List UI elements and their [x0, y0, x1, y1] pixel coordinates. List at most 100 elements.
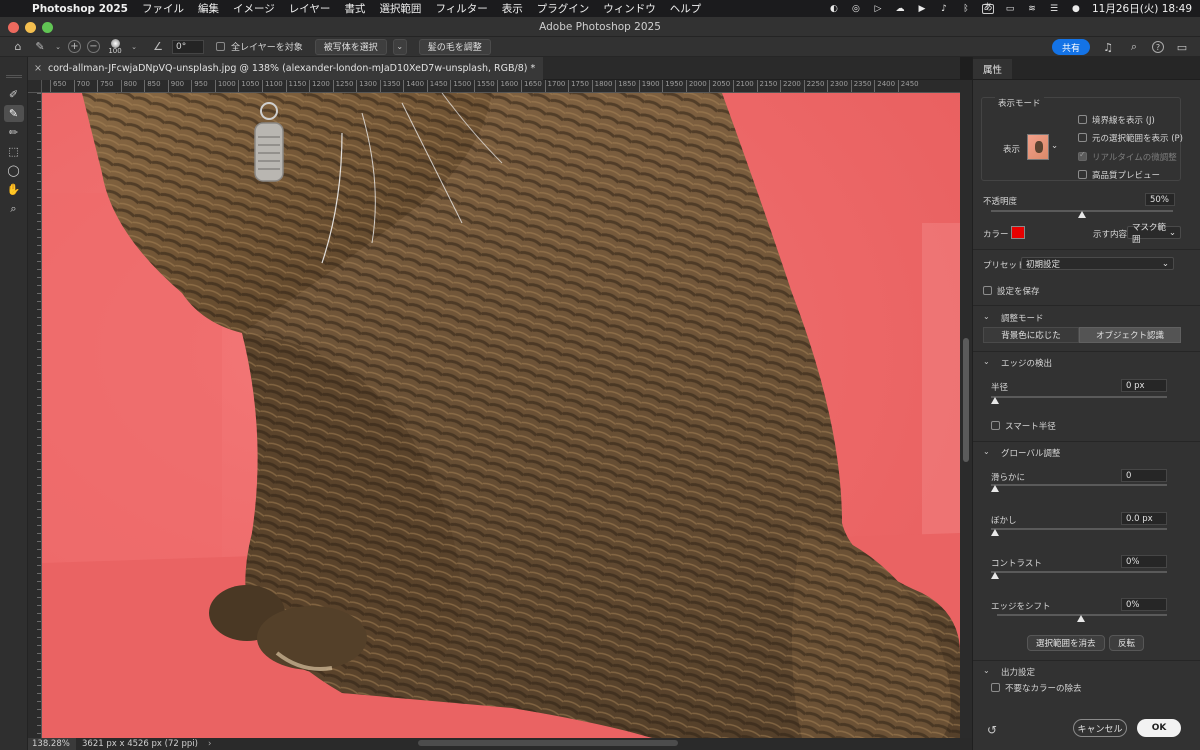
menu-file[interactable]: ファイル	[142, 1, 184, 16]
close-window-button[interactable]	[8, 22, 19, 33]
high-quality-preview-checkbox[interactable]	[1078, 170, 1087, 179]
notifications-bell-icon[interactable]: ♫	[1100, 40, 1116, 54]
refine-mode-collapse-icon[interactable]: ⌄	[983, 312, 990, 321]
brush-tool-icon[interactable]: ✏	[4, 124, 24, 141]
control-center-icon[interactable]: ☰	[1048, 4, 1060, 14]
menu-image[interactable]: イメージ	[233, 1, 275, 16]
add-to-selection-icon[interactable]: +	[68, 40, 81, 53]
refine-hair-button[interactable]: 髪の毛を調整	[418, 38, 491, 55]
object-aware-button[interactable]: オブジェクト認識	[1079, 327, 1181, 343]
indicates-dropdown[interactable]: マスク範囲 ⌄	[1127, 223, 1181, 245]
cloud-icon[interactable]: ☁	[894, 4, 906, 14]
vertical-scrollbar[interactable]	[960, 80, 972, 738]
vpn-icon[interactable]: ▷	[872, 4, 884, 14]
radius-input[interactable]: 0 px	[1121, 379, 1167, 392]
contrast-slider-thumb[interactable]	[991, 572, 999, 579]
shift-edge-input[interactable]: 0%	[1121, 598, 1167, 611]
shift-edge-slider-thumb[interactable]	[1077, 615, 1085, 622]
zoom-tool-icon[interactable]: ⌕	[4, 200, 24, 217]
feather-slider-thumb[interactable]	[991, 529, 999, 536]
object-selection-tool-icon[interactable]: ⬚	[4, 143, 24, 160]
hand-tool-icon[interactable]: ✋	[4, 181, 24, 198]
global-adjust-collapse-icon[interactable]: ⌄	[983, 447, 990, 456]
input-method-indicator[interactable]: あ	[981, 3, 994, 14]
view-mode-thumbnail[interactable]	[1027, 134, 1049, 160]
bluetooth-icon[interactable]: ᛒ	[960, 4, 972, 14]
opacity-slider-thumb[interactable]	[1078, 211, 1086, 218]
toolbar-grip[interactable]	[5, 75, 22, 78]
play-icon[interactable]: ▶	[916, 4, 928, 14]
app-menu[interactable]: Photoshop 2025	[32, 3, 128, 15]
status-menu-icon[interactable]: ›	[208, 739, 211, 749]
vertical-scroll-thumb[interactable]	[963, 338, 969, 462]
horizontal-ruler[interactable]: 650 700 750 800 850 900 950 1000 1050 1100 1150 120…	[42, 80, 960, 93]
subtract-from-selection-icon[interactable]: −	[87, 40, 100, 53]
share-button[interactable]: 共有	[1051, 39, 1090, 55]
sample-all-layers-checkbox[interactable]	[216, 42, 225, 51]
sync-icon[interactable]: ◎	[850, 4, 862, 14]
smart-radius-checkbox[interactable]	[991, 421, 1000, 430]
angle-input[interactable]: 0°	[172, 39, 204, 54]
view-mode-dropdown-icon[interactable]: ⌄	[1051, 141, 1058, 151]
lasso-tool-icon[interactable]: ◯	[4, 162, 24, 179]
select-subject-dropdown[interactable]: ⌄	[392, 38, 407, 55]
clear-selection-button[interactable]: 選択範囲を消去	[1027, 635, 1105, 651]
smooth-input[interactable]: 0	[1121, 469, 1167, 482]
decontaminate-colors-checkbox[interactable]	[991, 683, 1000, 692]
color-aware-button[interactable]: 背景色に応じた	[983, 327, 1079, 343]
quick-selection-tool-icon[interactable]: ✐	[4, 86, 24, 103]
select-subject-button[interactable]: 被写体を選択	[314, 38, 387, 55]
menu-window[interactable]: ウィンドウ	[603, 1, 656, 16]
feather-input[interactable]: 0.0 px	[1121, 512, 1167, 525]
minimize-window-button[interactable]	[25, 22, 36, 33]
show-original-checkbox[interactable]	[1078, 133, 1087, 142]
search-icon[interactable]: ⌕	[1126, 40, 1142, 54]
preset-dropdown-icon[interactable]: ⌄	[54, 40, 62, 54]
brush-size-picker[interactable]: 100	[106, 38, 124, 55]
mask-color-swatch[interactable]	[1011, 226, 1025, 239]
edge-detection-collapse-icon[interactable]: ⌄	[983, 357, 990, 366]
wifi-icon[interactable]: ≋	[1026, 4, 1038, 14]
battery-icon[interactable]: ▭	[1004, 4, 1016, 14]
save-settings-checkbox[interactable]	[983, 286, 992, 295]
siri-icon[interactable]: ●	[1070, 4, 1082, 14]
reset-icon[interactable]: ↺	[987, 723, 997, 737]
menu-filter[interactable]: フィルター	[435, 1, 487, 16]
menu-type[interactable]: 書式	[344, 1, 365, 16]
output-collapse-icon[interactable]: ⌄	[983, 666, 990, 675]
opacity-input[interactable]: 50%	[1145, 193, 1175, 206]
contrast-slider-track[interactable]	[991, 571, 1167, 573]
close-tab-icon[interactable]: ×	[34, 63, 42, 74]
brush-dropdown-icon[interactable]: ⌄	[130, 40, 138, 54]
feather-slider-track[interactable]	[991, 528, 1167, 530]
tool-preset-brush-icon[interactable]: ✎	[32, 40, 48, 54]
volume-icon[interactable]: ♪	[938, 4, 950, 14]
radius-slider-thumb[interactable]	[991, 397, 999, 404]
creative-cloud-icon[interactable]: ◐	[828, 4, 840, 14]
menu-view[interactable]: 表示	[502, 1, 523, 16]
contrast-input[interactable]: 0%	[1121, 555, 1167, 568]
vertical-ruler[interactable]	[28, 93, 42, 738]
menu-edit[interactable]: 編集	[198, 1, 219, 16]
menu-plugins[interactable]: プラグイン	[537, 1, 590, 16]
zoom-level[interactable]: 138.28%	[28, 738, 76, 750]
smooth-slider-thumb[interactable]	[991, 485, 999, 492]
ok-button[interactable]: OK	[1137, 719, 1181, 737]
radius-slider-track[interactable]	[991, 396, 1167, 398]
menubar-clock[interactable]: 11月26日(火) 18:49	[1092, 1, 1192, 16]
refine-edge-brush-tool-icon[interactable]: ✎	[3, 105, 24, 122]
home-icon[interactable]: ⌂	[10, 40, 26, 54]
menu-select[interactable]: 選択範囲	[379, 1, 421, 16]
menu-layer[interactable]: レイヤー	[289, 1, 331, 16]
horizontal-scroll-thumb[interactable]	[418, 740, 678, 746]
invert-button[interactable]: 反転	[1109, 635, 1145, 651]
menu-help[interactable]: ヘルプ	[670, 1, 702, 16]
fullscreen-window-button[interactable]	[42, 22, 53, 33]
workspace-icon[interactable]: ▭	[1174, 40, 1190, 54]
smooth-slider-track[interactable]	[991, 484, 1167, 486]
document-canvas[interactable]	[42, 93, 960, 738]
preset-dropdown[interactable]: 初期設定 ⌄	[1021, 257, 1174, 270]
show-edge-checkbox[interactable]	[1078, 115, 1087, 124]
document-tab[interactable]: × cord-allman-JFcwjaDNpVQ-unsplash.jpg @…	[28, 57, 544, 80]
tab-properties[interactable]: 属性	[973, 59, 1013, 79]
